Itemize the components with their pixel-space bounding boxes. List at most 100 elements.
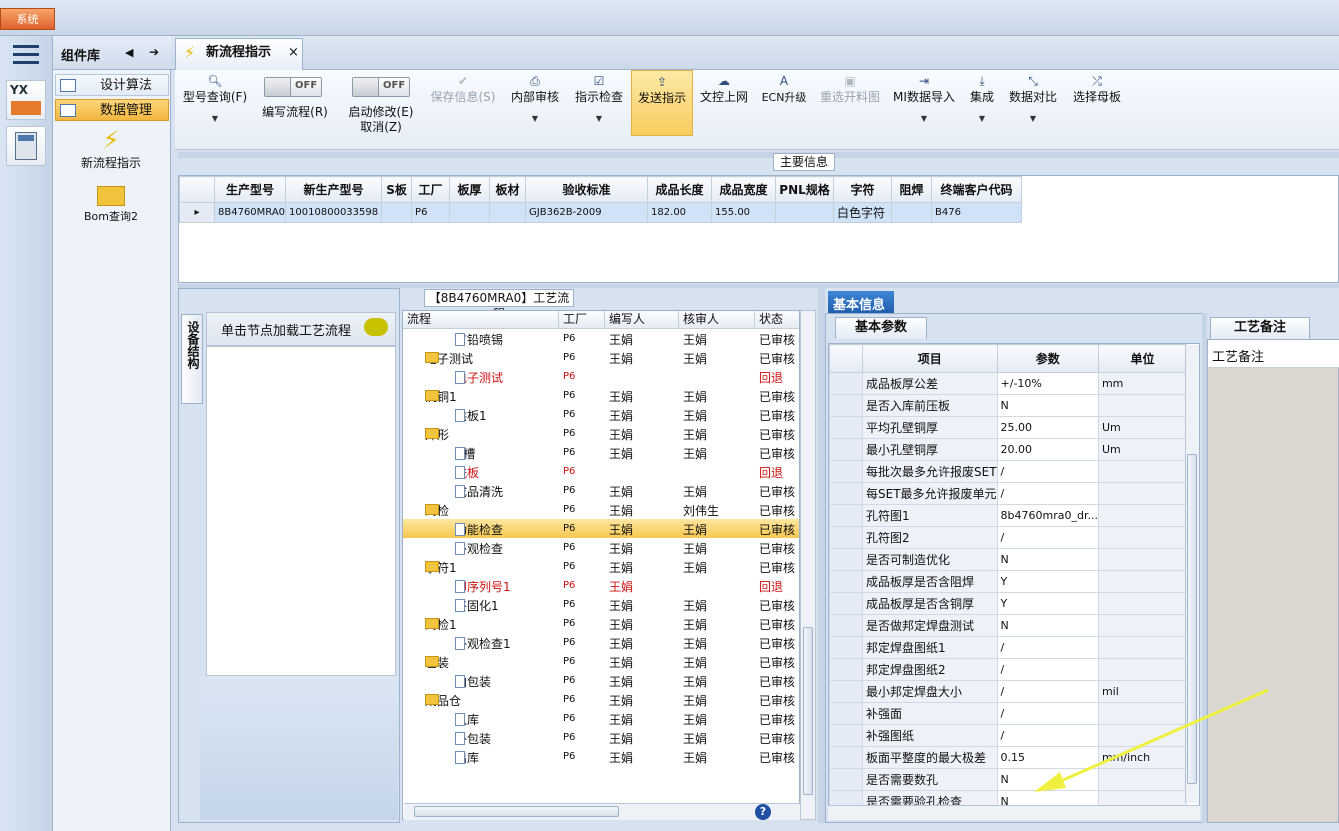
flow-row[interactable]: 外观检查 P6 王娟 王娟 已审核 [403, 538, 799, 557]
flow-row[interactable]: −沉铜1 P6 王娟 王娟 已审核 [403, 386, 799, 405]
flow-row[interactable]: 烘板1 P6 王娟 王娟 已审核 [403, 405, 799, 424]
param-unit[interactable] [1097, 592, 1187, 615]
table-row[interactable]: 孔符图1 8b4760mra0_dr... [829, 504, 1187, 527]
column-header[interactable]: 新生产型号 [285, 176, 383, 203]
pin-icon[interactable]: ➔ [149, 45, 159, 59]
table-cell[interactable]: 155.00 [711, 202, 777, 223]
column-header[interactable]: S板 [381, 176, 413, 203]
table-row[interactable]: 孔符图2/ [829, 526, 1187, 549]
table-cell[interactable]: 10010800033598 [285, 202, 383, 223]
collapse-left-icon[interactable]: ◀ [125, 46, 133, 59]
param-value[interactable]: Y [996, 570, 1099, 593]
param-unit[interactable]: mm [1097, 372, 1187, 395]
param-unit[interactable] [1097, 570, 1187, 593]
flow-row[interactable]: 功能检查 P6 王娟 王娟 已审核 [403, 519, 799, 538]
table-cell[interactable] [381, 202, 413, 223]
flow-row[interactable]: 成品清洗 P6 王娟 王娟 已审核 [403, 481, 799, 500]
param-value[interactable]: Y [996, 592, 1099, 615]
table-cell[interactable]: 白色字符 [833, 202, 893, 223]
param-unit[interactable] [1097, 526, 1187, 549]
yx-factory-icon[interactable]: YX [6, 80, 46, 120]
flow-row[interactable]: 出库 P6 王娟 王娟 已审核 [403, 747, 799, 766]
flow-row[interactable]: 终固化1 P6 王娟 王娟 已审核 [403, 595, 799, 614]
table-cell[interactable]: 8B4760MRA0 [213, 202, 287, 223]
menu-icon[interactable] [13, 43, 39, 64]
param-value[interactable]: N [996, 394, 1099, 417]
ecn-upgrade-button[interactable]: A ECN升级 [759, 70, 809, 136]
flow-horizontal-scrollbar[interactable]: ? [404, 803, 800, 820]
integrate-button[interactable]: ⤓ 集成 ▼ [965, 70, 999, 136]
table-cell[interactable]: 182.00 [647, 202, 713, 223]
column-header[interactable]: 阻焊 [891, 176, 933, 203]
table-cell[interactable]: B476 [931, 202, 1023, 223]
table-row[interactable]: 成品板厚是否含铜厚 Y [829, 592, 1187, 615]
flow-row[interactable]: −字符1 P6 王娟 王娟 已审核 [403, 557, 799, 576]
param-unit[interactable] [1097, 504, 1187, 527]
table-cell[interactable] [891, 202, 933, 223]
column-header-flow[interactable]: 流程 [403, 311, 559, 329]
table-row[interactable]: 是否可制造优化 N [829, 548, 1187, 571]
data-compare-button[interactable]: ⤡ 数据对比 ▼ [1005, 70, 1061, 136]
column-header[interactable]: 字符 [833, 176, 893, 203]
flow-row[interactable]: −终检 P6 王娟 刘伟生 已审核 [403, 500, 799, 519]
column-header[interactable]: 工厂 [411, 176, 451, 203]
write-flow-toggle[interactable]: OFF [264, 77, 322, 97]
table-row[interactable]: 每批次最多允许报废SET / [829, 460, 1187, 483]
flow-row[interactable]: 内包装 P6 王娟 王娟 已审核 [403, 671, 799, 690]
table-row[interactable]: 最小孔壁铜厚 20.00 Um [829, 438, 1187, 461]
param-unit[interactable] [1097, 614, 1187, 637]
column-header-reviewer[interactable]: 核审人 [679, 311, 755, 329]
table-row[interactable]: 平均孔壁铜厚 25.00 Um [829, 416, 1187, 439]
flow-row[interactable]: −包装 P6 王娟 王娟 已审核 [403, 652, 799, 671]
column-header[interactable]: 终端客户代码 [931, 176, 1023, 203]
mi-import-button[interactable]: ⇥ MI数据导入 ▼ [891, 70, 957, 136]
column-header[interactable]: 验收标准 [525, 176, 649, 203]
table-row[interactable]: 邦定焊盘图纸2/ [829, 658, 1187, 681]
model-query-button[interactable]: 🔍︎ 型号查询(F) ▼ [179, 70, 251, 136]
flow-row[interactable]: 铣板 P6 回退 [403, 462, 799, 481]
param-value[interactable]: N [996, 548, 1099, 571]
column-header-param[interactable]: 参数 [996, 344, 1099, 373]
param-unit[interactable]: Um [1097, 416, 1187, 439]
flow-row[interactable]: 外包装 P6 王娟 王娟 已审核 [403, 728, 799, 747]
save-info-button[interactable]: ✔ 保存信息(S) [427, 70, 499, 136]
param-unit[interactable] [1097, 460, 1187, 483]
table-cell[interactable] [775, 202, 835, 223]
select-master-button[interactable]: ⤮ 选择母板 [1069, 70, 1125, 136]
table-row[interactable]: 成品板厚公差 +/-10% mm [829, 372, 1187, 395]
param-value[interactable]: 20.00 [996, 438, 1099, 461]
param-value[interactable]: / [996, 526, 1099, 549]
table-row[interactable]: 是否做邦定焊盘测试 N [829, 614, 1187, 637]
tool-bom-query[interactable]: Bom查询2 [71, 184, 151, 230]
column-header-item[interactable]: 项目 [862, 344, 998, 373]
param-value[interactable]: N [996, 614, 1099, 637]
send-instruction-button[interactable]: ⇪ 发送指示 [631, 70, 693, 136]
column-header[interactable]: 板材 [489, 176, 527, 203]
table-row[interactable]: ▸ 8B4760MRA0 10010800033598 P6 GJB362B-2009 1… [179, 202, 1023, 223]
flow-row[interactable]: 印序列号1 P6 王娟 回退 [403, 576, 799, 595]
column-header[interactable]: 成品长度 [647, 176, 713, 203]
params-horizontal-scrollbar[interactable] [828, 805, 1200, 820]
table-cell[interactable] [489, 202, 527, 223]
system-menu-button[interactable]: 系统 [0, 8, 55, 30]
column-header-unit[interactable]: 单位 [1097, 344, 1187, 373]
column-header[interactable]: 成品宽度 [711, 176, 777, 203]
calculator-icon[interactable] [6, 126, 46, 166]
doc-upload-button[interactable]: ☁ 文控上网 [697, 70, 751, 136]
table-row[interactable]: 每SET最多允许报废单元 / [829, 482, 1187, 505]
column-header[interactable]: PNL规格 [775, 176, 835, 203]
param-unit[interactable] [1097, 658, 1187, 681]
table-cell[interactable]: GJB362B-2009 [525, 202, 649, 223]
param-value[interactable]: +/-10% [996, 372, 1099, 395]
param-unit[interactable] [1097, 394, 1187, 417]
param-value[interactable]: 8b4760mra0_dr... [996, 504, 1099, 527]
reselect-cut-button[interactable]: ▣ 重选开料图 [817, 70, 883, 136]
param-unit[interactable] [1097, 482, 1187, 505]
column-header-status[interactable]: 状态 [755, 311, 799, 329]
tab-equipment-structure[interactable]: 设备结构 [181, 314, 203, 404]
table-row[interactable]: 成品板厚是否含阻焊 Y [829, 570, 1187, 593]
column-header-writer[interactable]: 编写人 [605, 311, 679, 329]
tool-new-flow-instruction[interactable]: ⚡ 新流程指示 [71, 126, 151, 172]
table-cell[interactable] [449, 202, 491, 223]
param-unit[interactable] [1097, 636, 1187, 659]
